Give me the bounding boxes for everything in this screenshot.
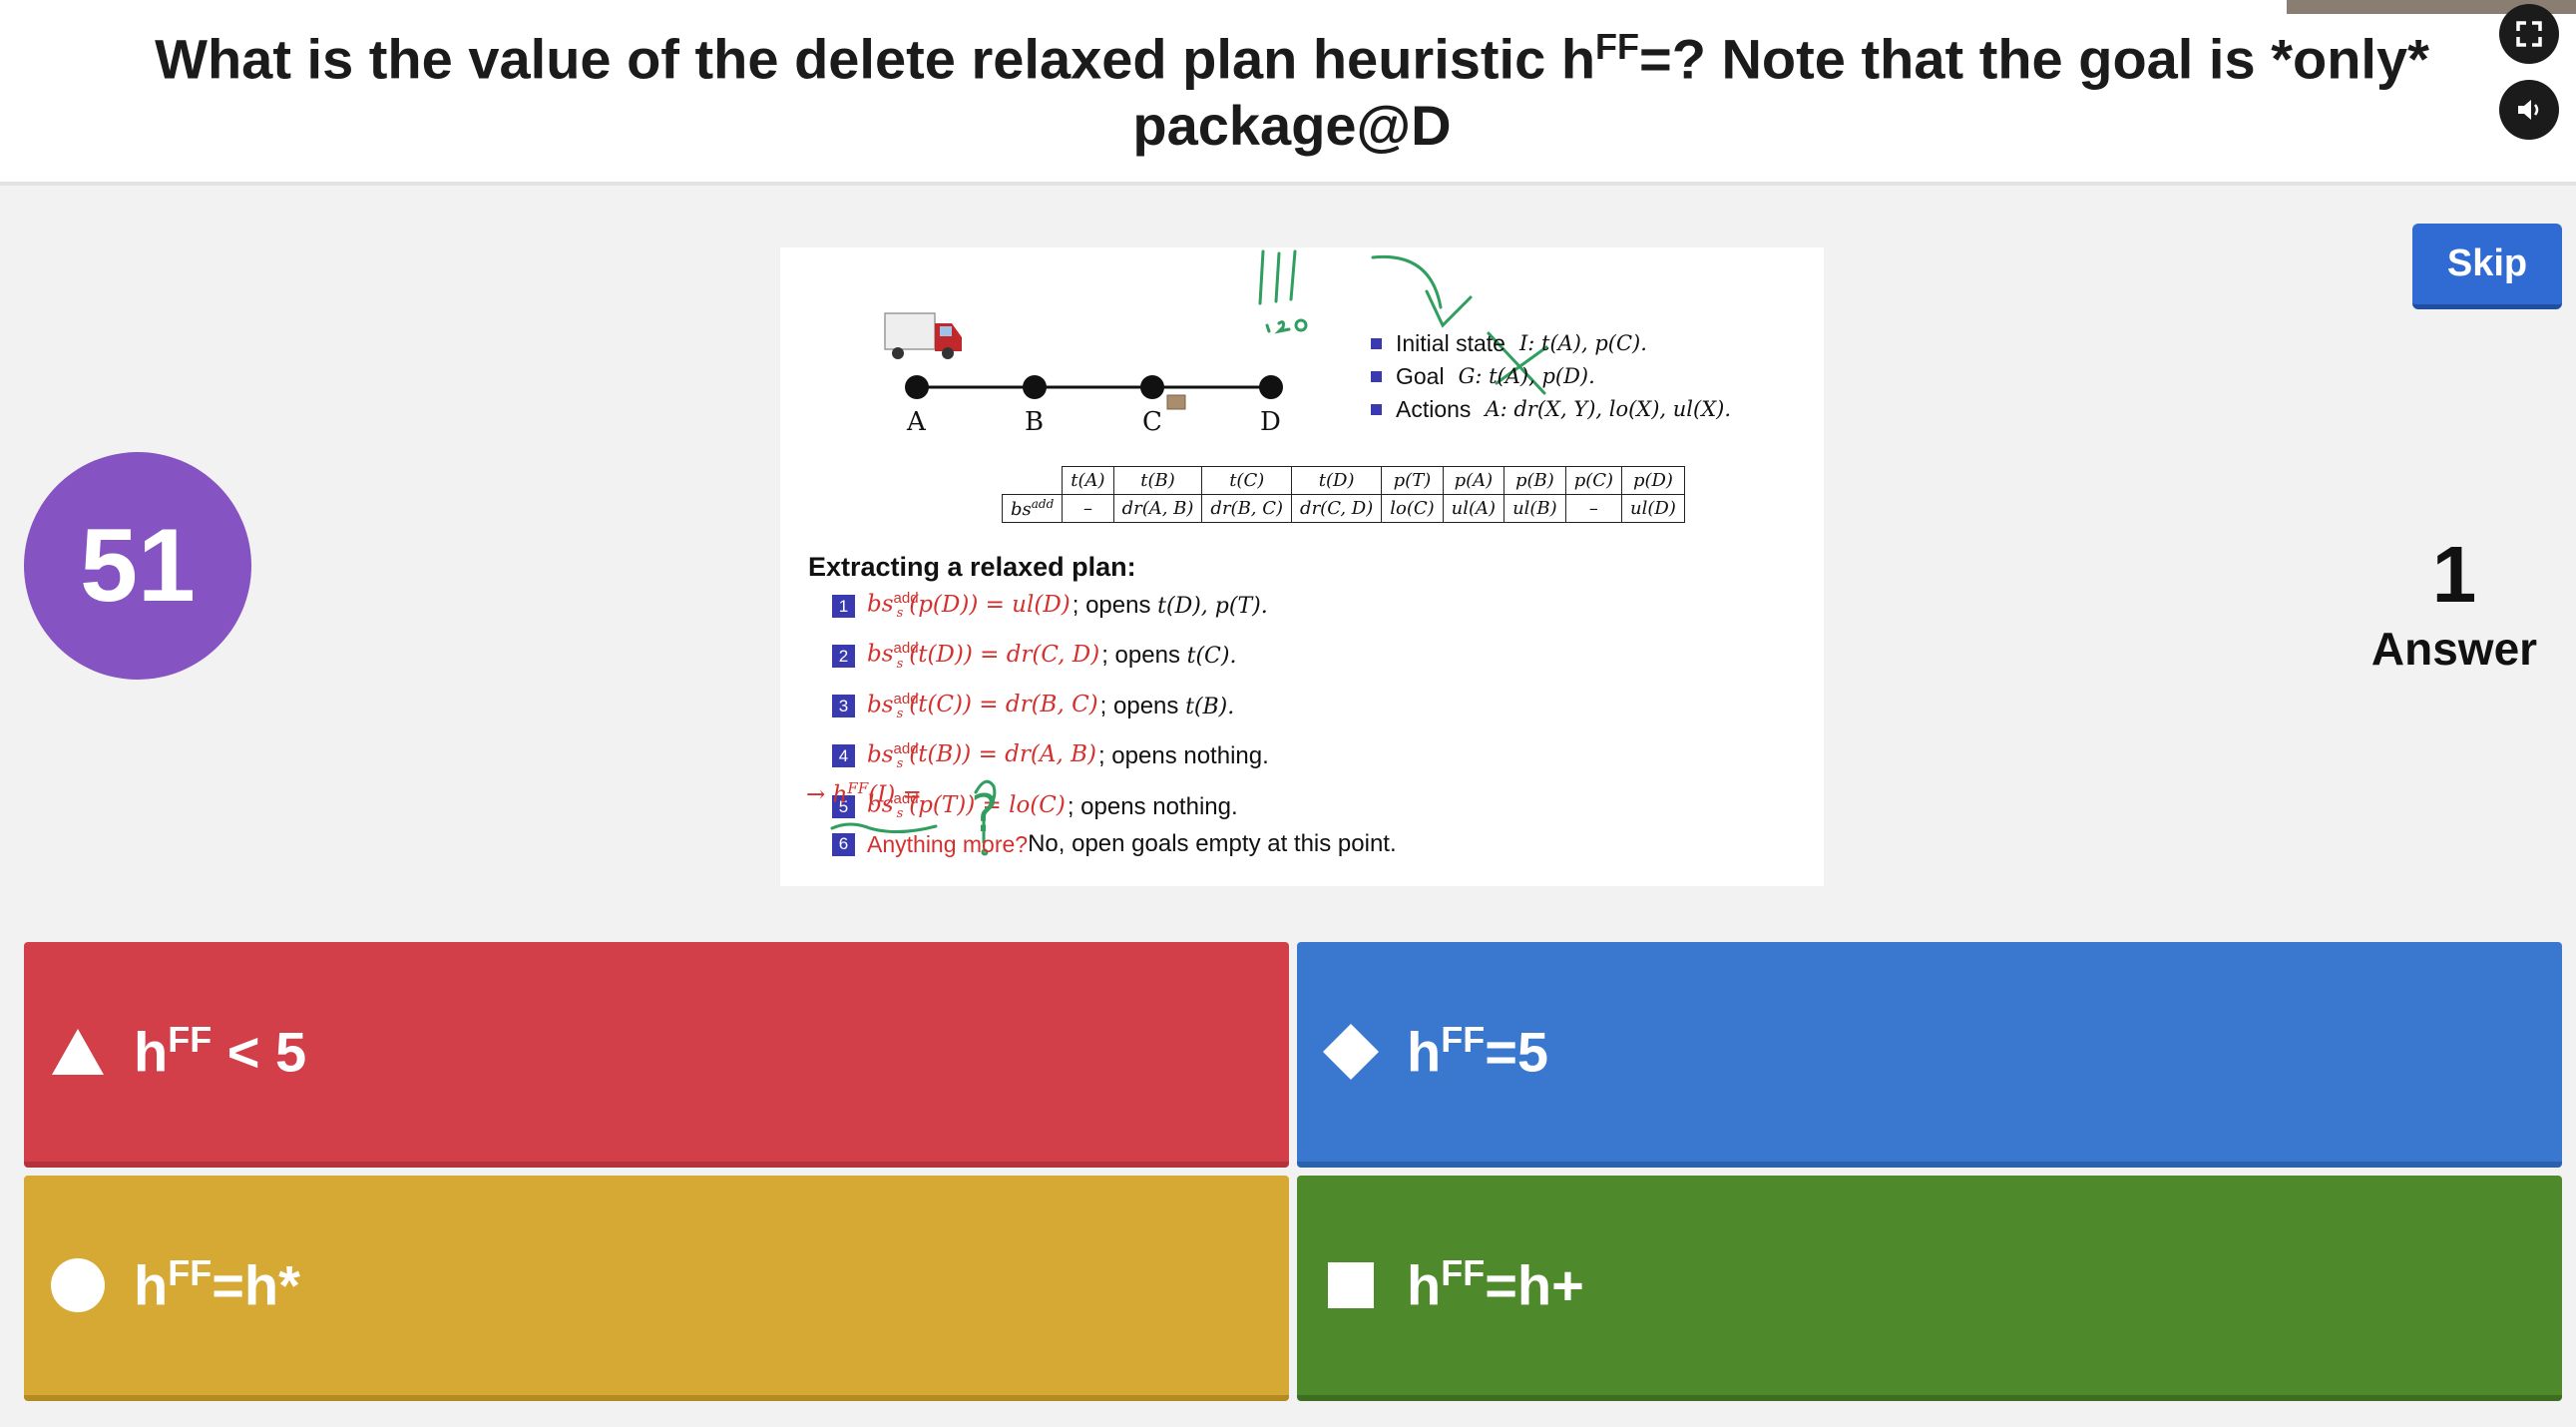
table-header: t(C) bbox=[1201, 466, 1293, 495]
plan-step: 3 bsadds (t(C)) = dr(B, C) ; opens t(B). bbox=[832, 682, 1397, 731]
bullet-goal: Goal G: t(A), p(D). bbox=[1371, 360, 1731, 393]
step-number: 4 bbox=[832, 744, 855, 768]
question-slide: A B C D Initial state I: t(A), p(C). Goa… bbox=[780, 247, 1824, 886]
bullet-actions: Actions A: dr(X, Y), lo(X), ul(X). bbox=[1371, 393, 1731, 426]
extract-title: Extracting a relaxed plan: bbox=[808, 552, 1136, 582]
answer-count: 1 Answer bbox=[2345, 529, 2564, 677]
step-number: 1 bbox=[832, 594, 855, 618]
table-header: p(B) bbox=[1503, 466, 1566, 495]
answer-option-label: hFF < 5 bbox=[134, 1019, 307, 1084]
location-label-d: D bbox=[1260, 407, 1281, 437]
table-header-row: t(A) t(B) t(C) t(D) p(T) p(A) p(B) p(C) … bbox=[1002, 466, 1685, 495]
table-header: t(A) bbox=[1062, 466, 1114, 495]
table-header: p(C) bbox=[1564, 466, 1623, 495]
table-cell: dr(A, B) bbox=[1112, 494, 1203, 523]
table-header: t(B) bbox=[1112, 466, 1203, 495]
table-header: p(A) bbox=[1442, 466, 1505, 495]
plan-step: 1 bsadds (p(D)) = ul(D) ; opens t(D), p(T… bbox=[832, 581, 1397, 631]
best-supporter-table: t(A) t(B) t(C) t(D) p(T) p(A) p(B) p(C) … bbox=[1001, 466, 1685, 523]
location-node-b bbox=[1023, 375, 1047, 399]
triangle-icon bbox=[48, 1022, 108, 1082]
circle-icon bbox=[48, 1255, 108, 1315]
location-label-b: B bbox=[1025, 407, 1045, 437]
question-header: What is the value of the delete relaxed … bbox=[0, 0, 2576, 186]
table-corner bbox=[1002, 466, 1064, 495]
table-cell: ul(B) bbox=[1503, 494, 1566, 523]
bullet-initial-state: Initial state I: t(A), p(C). bbox=[1371, 327, 1731, 360]
step-number: 2 bbox=[832, 644, 855, 668]
plan-step: 2 bsadds (t(D)) = dr(C, D) ; opens t(C). bbox=[832, 631, 1397, 681]
bullet-icon bbox=[1371, 371, 1382, 382]
question-text: What is the value of the delete relaxed … bbox=[155, 26, 2429, 157]
step-number: 6 bbox=[832, 832, 855, 856]
location-label-c: C bbox=[1142, 407, 1162, 437]
table-cell: lo(C) bbox=[1381, 494, 1444, 523]
table-header: t(D) bbox=[1291, 466, 1383, 495]
table-header: p(D) bbox=[1621, 466, 1685, 495]
answer-option-label: hFF=5 bbox=[1407, 1019, 1549, 1084]
answer-option-label: hFF=h* bbox=[134, 1252, 300, 1317]
bullet-icon bbox=[1371, 338, 1382, 349]
table-cell: dr(C, D) bbox=[1291, 494, 1383, 523]
plan-steps: 1 bsadds (p(D)) = ul(D) ; opens t(D), p(T… bbox=[832, 581, 1397, 857]
answer-option-label: hFF=h+ bbox=[1407, 1252, 1584, 1317]
answer-option-diamond[interactable]: hFF=5 bbox=[1297, 942, 2562, 1168]
location-node-c bbox=[1140, 375, 1164, 399]
answer-option-square[interactable]: hFF=h+ bbox=[1297, 1176, 2562, 1401]
location-node-a bbox=[905, 375, 929, 399]
diamond-icon bbox=[1321, 1022, 1381, 1082]
answer-option-triangle[interactable]: hFF < 5 bbox=[24, 942, 1289, 1168]
table-cell: ul(D) bbox=[1621, 494, 1685, 523]
problem-definition: Initial state I: t(A), p(C). Goal G: t(A… bbox=[1371, 327, 1731, 426]
heuristic-result-line: → hFF(I) = bbox=[806, 779, 922, 808]
plan-step: 6 Anything more? No, open goals empty at… bbox=[832, 831, 1397, 857]
answer-count-number: 1 bbox=[2431, 530, 2477, 619]
sound-button[interactable] bbox=[2499, 80, 2559, 140]
table-cell: ul(A) bbox=[1442, 494, 1505, 523]
table-header: p(T) bbox=[1381, 466, 1444, 495]
answer-option-circle[interactable]: hFF=h* bbox=[24, 1176, 1289, 1401]
table-row: bsadd – dr(A, B) dr(B, C) dr(C, D) lo(C)… bbox=[1001, 494, 1685, 523]
table-cell: dr(B, C) bbox=[1201, 494, 1293, 523]
bullet-icon bbox=[1371, 404, 1382, 415]
fullscreen-icon bbox=[2516, 21, 2542, 47]
fullscreen-button[interactable] bbox=[2499, 4, 2559, 64]
package-icon bbox=[1166, 394, 1186, 410]
table-cell: – bbox=[1564, 494, 1623, 523]
step-number: 3 bbox=[832, 695, 855, 718]
question-counter: 51 bbox=[24, 452, 251, 680]
handwritten-question-mark: ? bbox=[971, 784, 999, 844]
truck-icon bbox=[884, 312, 962, 359]
table-row-label: bsadd bbox=[1001, 494, 1064, 523]
answer-count-label: Answer bbox=[2370, 623, 2538, 675]
skip-button[interactable]: Skip bbox=[2412, 224, 2562, 309]
plan-step: 4 bsadds (t(B)) = dr(A, B) ; opens nothin… bbox=[832, 731, 1397, 781]
table-cell: – bbox=[1062, 494, 1114, 523]
square-icon bbox=[1321, 1255, 1381, 1315]
location-label-a: A bbox=[907, 407, 926, 437]
location-node-d bbox=[1259, 375, 1283, 399]
speaker-icon bbox=[2518, 100, 2539, 120]
